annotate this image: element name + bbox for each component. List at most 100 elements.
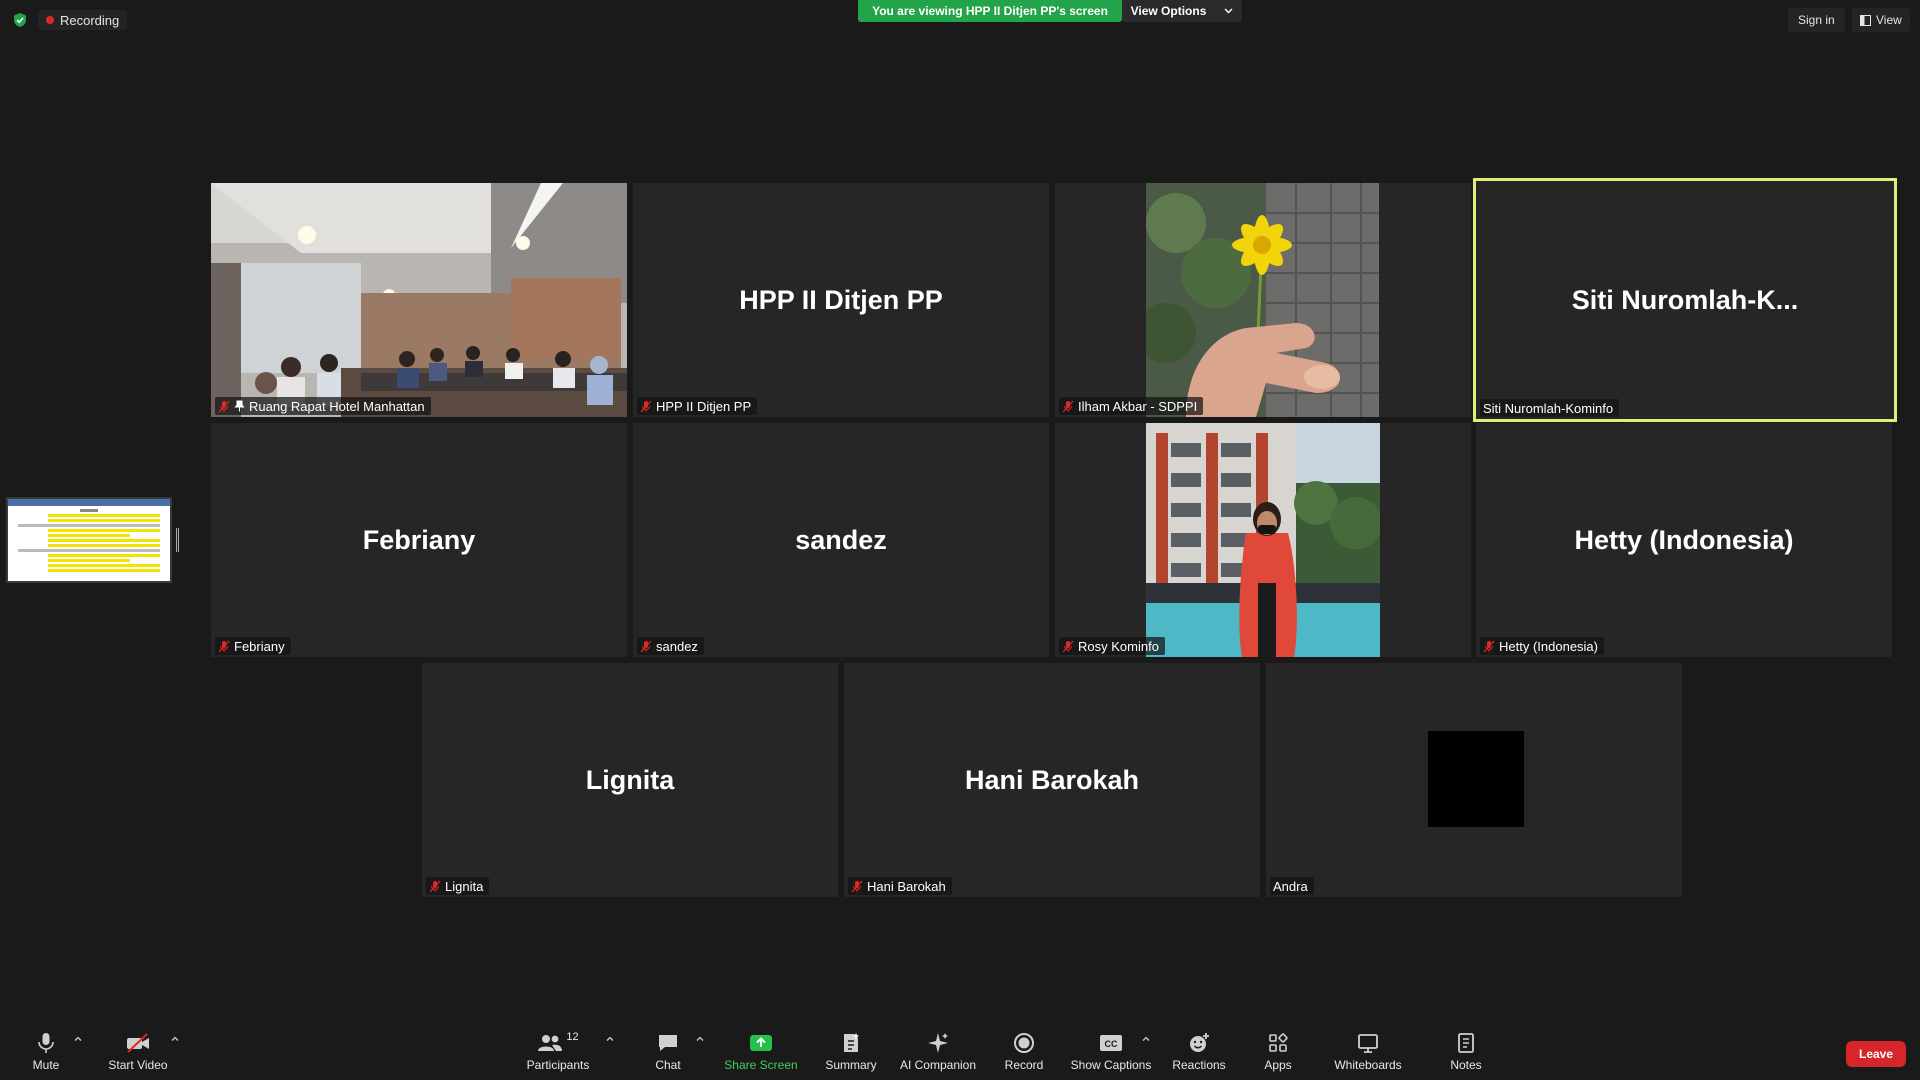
view-options-label: View Options	[1130, 4, 1207, 18]
participants-button[interactable]: 12 Participants	[525, 1030, 591, 1078]
participant-name: HPP II Ditjen PP	[656, 398, 752, 414]
reactions-label: Reactions	[1172, 1058, 1226, 1072]
leave-button[interactable]: Leave	[1846, 1041, 1906, 1067]
record-icon	[1014, 1033, 1034, 1053]
video-tile[interactable]: Ruang Rapat Hotel Manhattan	[211, 183, 627, 417]
participant-name-label: Febriany	[215, 637, 291, 655]
ai-companion-button[interactable]: AI Companion	[896, 1030, 980, 1078]
participants-icon	[538, 1035, 563, 1051]
participant-name: Lignita	[445, 878, 484, 894]
participants-label: Participants	[526, 1058, 590, 1072]
flower-video	[1146, 183, 1379, 417]
chat-button[interactable]: Chat	[650, 1030, 686, 1078]
chevron-up-icon[interactable]	[73, 1034, 83, 1044]
participant-display-name: Hani Barokah	[964, 764, 1140, 795]
meeting-toolbar: Mute Start Video 12 Participants Chat Sh…	[0, 1020, 1920, 1080]
show-captions-button[interactable]: CC Show Captions	[1070, 1030, 1152, 1078]
share-screen-label: Share Screen	[724, 1058, 798, 1072]
participants-count: 12	[566, 1031, 579, 1043]
view-button[interactable]: View	[1852, 8, 1910, 32]
chat-label: Chat	[655, 1058, 681, 1072]
chevron-up-icon[interactable]	[605, 1034, 615, 1044]
participant-display-name: Febriany	[362, 524, 476, 555]
participant-name: Hani Barokah	[867, 878, 946, 894]
microphone-muted-icon	[851, 880, 863, 892]
summary-button[interactable]: Summary	[820, 1030, 882, 1078]
notes-button[interactable]: Notes	[1448, 1030, 1484, 1078]
start-video-button[interactable]: Start Video	[106, 1030, 170, 1078]
share-screen-icon	[750, 1035, 772, 1051]
participant-name-label: Ruang Rapat Hotel Manhattan	[215, 397, 431, 415]
hotel-background-video	[1146, 423, 1380, 657]
video-tile[interactable]: Hetty (Indonesia) Hetty (Indonesia)	[1476, 423, 1892, 657]
video-tile[interactable]: HPP II Ditjen PP HPP II Ditjen PP	[633, 183, 1049, 417]
view-label: View	[1876, 13, 1902, 27]
participant-name: Ilham Akbar - SDPPI	[1078, 398, 1198, 414]
participant-display-name: Lignita	[585, 764, 675, 795]
microphone-icon	[38, 1033, 54, 1053]
participant-name-label: Lignita	[426, 877, 490, 895]
recording-indicator[interactable]: Recording	[38, 10, 128, 30]
sparkle-icon	[928, 1033, 948, 1053]
recording-dot-icon	[46, 16, 54, 24]
grid-view-icon	[1860, 14, 1871, 26]
participant-name-label: Rosy Kominfo	[1059, 637, 1165, 655]
whiteboards-button[interactable]: Whiteboards	[1332, 1030, 1404, 1078]
mute-button[interactable]: Mute	[26, 1030, 66, 1078]
participant-name: Ruang Rapat Hotel Manhattan	[249, 398, 425, 414]
chevron-up-icon[interactable]	[170, 1034, 180, 1044]
notes-label: Notes	[1450, 1058, 1482, 1072]
apps-icon	[1269, 1033, 1288, 1052]
closed-captions-icon: CC	[1100, 1035, 1122, 1051]
mute-label: Mute	[32, 1058, 60, 1072]
record-label: Record	[1004, 1058, 1044, 1072]
video-tile[interactable]: sandez sandez	[633, 423, 1049, 657]
share-screen-button[interactable]: Share Screen	[724, 1030, 798, 1078]
meeting-room-video	[211, 183, 627, 417]
show-captions-label: Show Captions	[1070, 1058, 1152, 1072]
participant-name: Rosy Kominfo	[1078, 638, 1159, 654]
video-tile[interactable]: Andra	[1266, 663, 1682, 897]
top-bar: Recording You are viewing HPP II Ditjen …	[0, 0, 1920, 40]
microphone-muted-icon	[429, 880, 441, 892]
recording-label: Recording	[60, 12, 120, 28]
video-tile[interactable]: Rosy Kominfo	[1055, 423, 1471, 657]
video-tile[interactable]: Lignita Lignita	[422, 663, 838, 897]
chevron-down-icon	[1224, 8, 1233, 14]
participant-display-name: HPP II Ditjen PP	[739, 284, 943, 315]
view-options-button[interactable]: View Options	[1122, 0, 1242, 22]
record-button[interactable]: Record	[1002, 1030, 1046, 1078]
reactions-button[interactable]: Reactions	[1172, 1030, 1226, 1078]
participant-name: Andra	[1273, 878, 1308, 894]
participant-name-label: Ilham Akbar - SDPPI	[1059, 397, 1204, 415]
thumbnail-resize-handle[interactable]	[176, 528, 179, 552]
microphone-muted-icon	[1483, 640, 1495, 652]
summary-icon	[844, 1033, 859, 1052]
video-tile[interactable]: Hani Barokah Hani Barokah	[844, 663, 1260, 897]
sign-in-button[interactable]: Sign in	[1788, 8, 1845, 32]
video-tile[interactable]: Febriany Febriany	[211, 423, 627, 657]
security-shield-icon[interactable]	[12, 12, 28, 28]
summary-label: Summary	[825, 1058, 877, 1072]
apps-label: Apps	[1264, 1058, 1292, 1072]
chevron-up-icon[interactable]	[1141, 1034, 1151, 1044]
chat-icon	[659, 1035, 677, 1051]
participant-name-label: sandez	[637, 637, 704, 655]
whiteboards-label: Whiteboards	[1334, 1058, 1402, 1072]
shared-screen-thumbnail[interactable]	[6, 497, 172, 583]
microphone-muted-icon	[640, 400, 652, 412]
ai-companion-label: AI Companion	[899, 1058, 977, 1072]
microphone-muted-icon	[218, 640, 230, 652]
chevron-up-icon[interactable]	[695, 1034, 705, 1044]
participant-name-label: Siti Nuromlah-Kominfo	[1480, 399, 1620, 417]
video-tile[interactable]: Ilham Akbar - SDPPI	[1055, 183, 1471, 417]
video-off-icon	[127, 1033, 149, 1053]
apps-button[interactable]: Apps	[1262, 1030, 1294, 1078]
microphone-muted-icon	[1062, 400, 1074, 412]
whiteboard-icon	[1358, 1034, 1378, 1053]
participant-name-label: Andra	[1270, 877, 1314, 895]
smiley-plus-icon	[1190, 1033, 1209, 1052]
black-video-feed	[1428, 731, 1524, 827]
active-speaker-tile[interactable]: Siti Nuromlah-K... Siti Nuromlah-Kominfo	[1473, 178, 1897, 422]
participant-display-name: Hetty (Indonesia)	[1574, 524, 1794, 555]
